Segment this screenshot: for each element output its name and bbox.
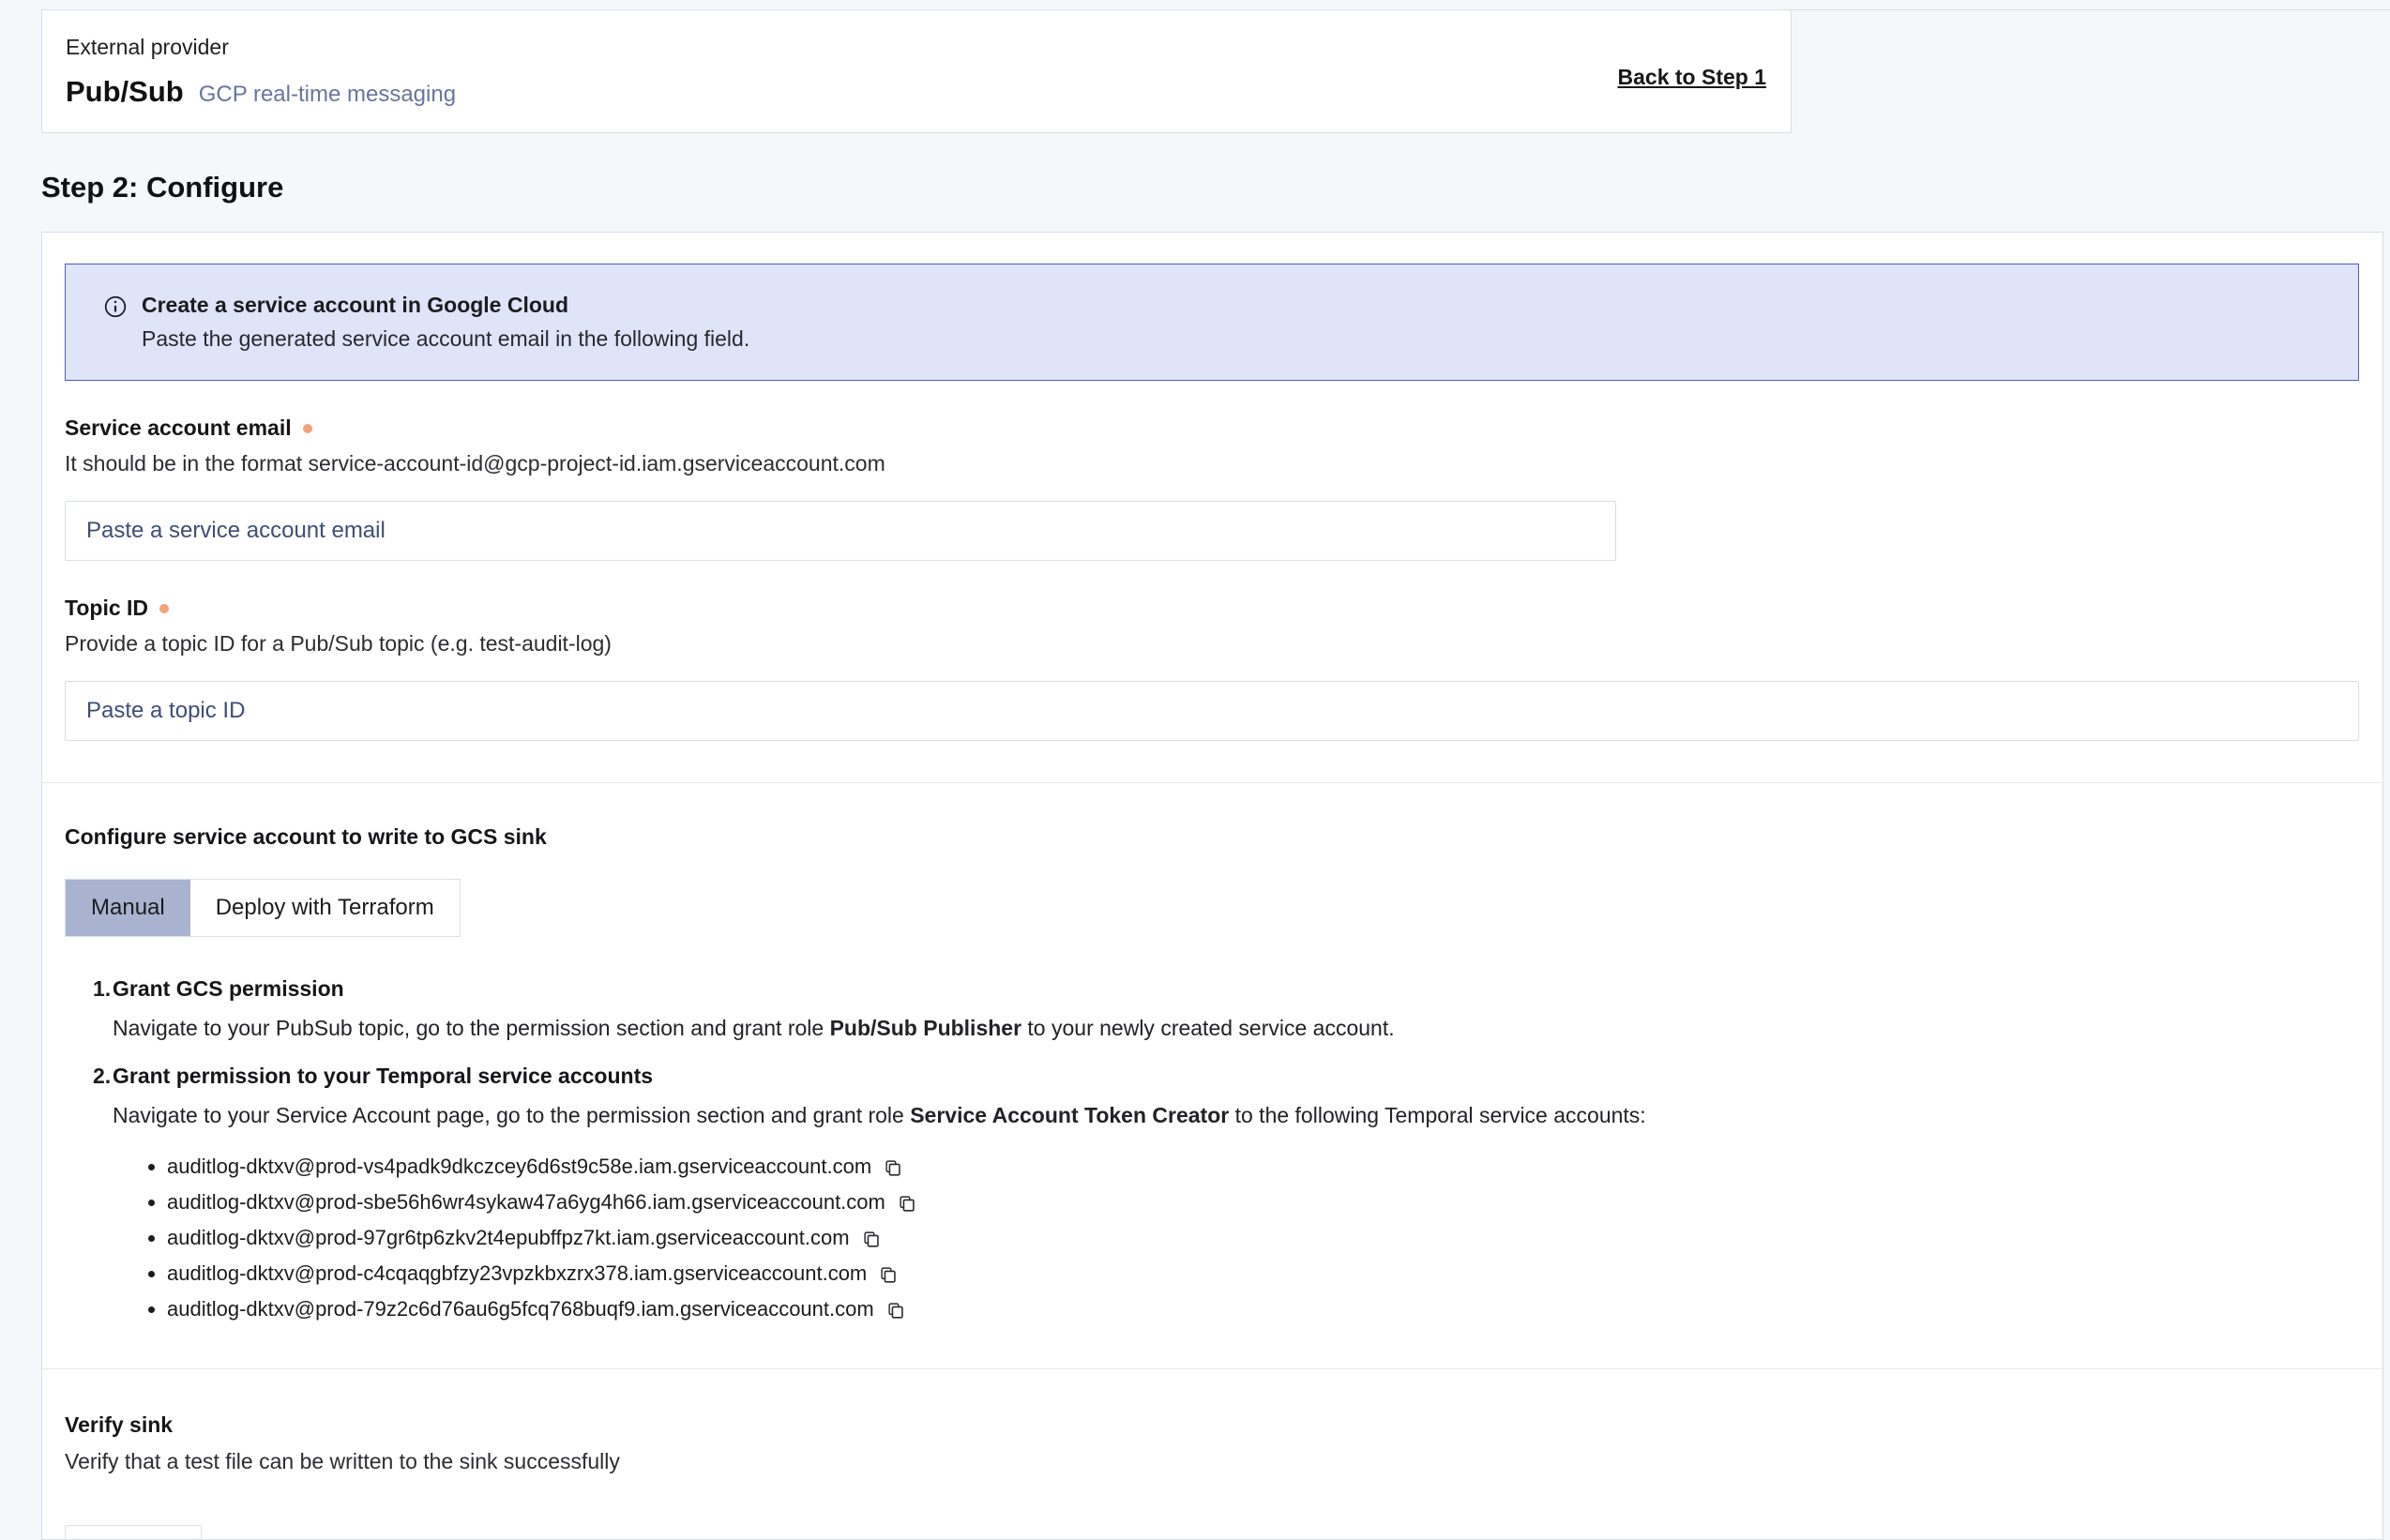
service-account-email-label: Service account email: [65, 415, 292, 441]
service-account-email: auditlog-dktxv@prod-c4cqaqgbfzy23vpzkbxz…: [167, 1261, 867, 1286]
copy-icon[interactable]: [883, 1157, 902, 1177]
verify-button[interactable]: Verify: [65, 1525, 202, 1540]
service-account-email: auditlog-dktxv@prod-vs4padk9dkczcey6d6st…: [167, 1155, 871, 1179]
configure-card: Create a service account in Google Cloud…: [41, 232, 2383, 1540]
info-circle-icon: [103, 294, 128, 324]
step-2-title: Grant permission to your Temporal servic…: [113, 1064, 653, 1089]
role-name: Service Account Token Creator: [910, 1103, 1229, 1127]
info-banner: Create a service account in Google Cloud…: [65, 264, 2359, 381]
list-item: auditlog-dktxv@prod-sbe56h6wr4sykaw47a6y…: [148, 1185, 2358, 1220]
provider-eyebrow: External provider: [66, 35, 1753, 60]
copy-icon[interactable]: [897, 1193, 916, 1213]
list-item: auditlog-dktxv@prod-c4cqaqgbfzy23vpzkbxz…: [148, 1256, 2358, 1291]
manual-steps: 1. Grant GCS permission Navigate to your…: [65, 976, 2358, 1327]
list-item: auditlog-dktxv@prod-vs4padk9dkczcey6d6st…: [148, 1149, 2358, 1185]
list-item: auditlog-dktxv@prod-97gr6tp6zkv2t4epubff…: [148, 1220, 2358, 1256]
provider-name: Pub/Sub: [66, 75, 184, 109]
configure-sink-heading: Configure service account to write to GC…: [65, 824, 2358, 850]
info-banner-subtitle: Paste the generated service account emai…: [142, 326, 749, 352]
copy-icon[interactable]: [885, 1300, 905, 1320]
topic-id-help: Provide a topic ID for a Pub/Sub topic (…: [65, 631, 2358, 657]
provider-tagline: GCP real-time messaging: [199, 82, 456, 108]
tab-deploy-terraform[interactable]: Deploy with Terraform: [190, 880, 460, 936]
step-1-body: Navigate to your PubSub topic, go to the…: [113, 1016, 2358, 1041]
bullet-dot: [148, 1235, 155, 1242]
verify-sink-subtitle: Verify that a test file can be written t…: [65, 1449, 2358, 1474]
tab-manual[interactable]: Manual: [66, 880, 190, 936]
topic-id-label: Topic ID: [65, 596, 148, 621]
back-to-step-1-link[interactable]: Back to Step 1: [1618, 65, 1767, 90]
configure-tabs: Manual Deploy with Terraform: [65, 879, 461, 937]
service-account-email: auditlog-dktxv@prod-sbe56h6wr4sykaw47a6y…: [167, 1190, 885, 1215]
provider-summary-card: External provider Pub/Sub GCP real-time …: [41, 9, 1792, 133]
service-account-email: auditlog-dktxv@prod-97gr6tp6zkv2t4epubff…: [167, 1226, 850, 1250]
verify-sink-heading: Verify sink: [65, 1412, 2358, 1438]
service-account-list: auditlog-dktxv@prod-vs4padk9dkczcey6d6st…: [65, 1149, 2358, 1327]
step-number: 2.: [93, 1064, 113, 1089]
required-dot: [303, 424, 312, 433]
step-number: 1.: [93, 976, 113, 1002]
bullet-dot: [148, 1271, 155, 1277]
role-name: Pub/Sub Publisher: [830, 1016, 1021, 1040]
copy-icon[interactable]: [861, 1229, 881, 1248]
required-dot: [159, 604, 169, 613]
bullet-dot: [148, 1200, 155, 1206]
section-divider: [42, 782, 2382, 783]
copy-icon[interactable]: [878, 1264, 898, 1284]
step-1-title: Grant GCS permission: [113, 976, 344, 1002]
topic-id-input[interactable]: [65, 681, 2359, 741]
step-2-body: Navigate to your Service Account page, g…: [113, 1103, 2358, 1128]
service-account-email-input[interactable]: [65, 501, 1616, 561]
list-item: auditlog-dktxv@prod-79z2c6d76au6g5fcq768…: [148, 1291, 2358, 1327]
bullet-dot: [148, 1306, 155, 1313]
info-banner-title: Create a service account in Google Cloud: [142, 293, 749, 318]
section-divider: [42, 1368, 2382, 1369]
bullet-dot: [148, 1164, 155, 1170]
service-account-email-help: It should be in the format service-accou…: [65, 451, 2358, 476]
service-account-email: auditlog-dktxv@prod-79z2c6d76au6g5fcq768…: [167, 1297, 874, 1321]
page-title: Step 2: Configure: [41, 171, 283, 204]
